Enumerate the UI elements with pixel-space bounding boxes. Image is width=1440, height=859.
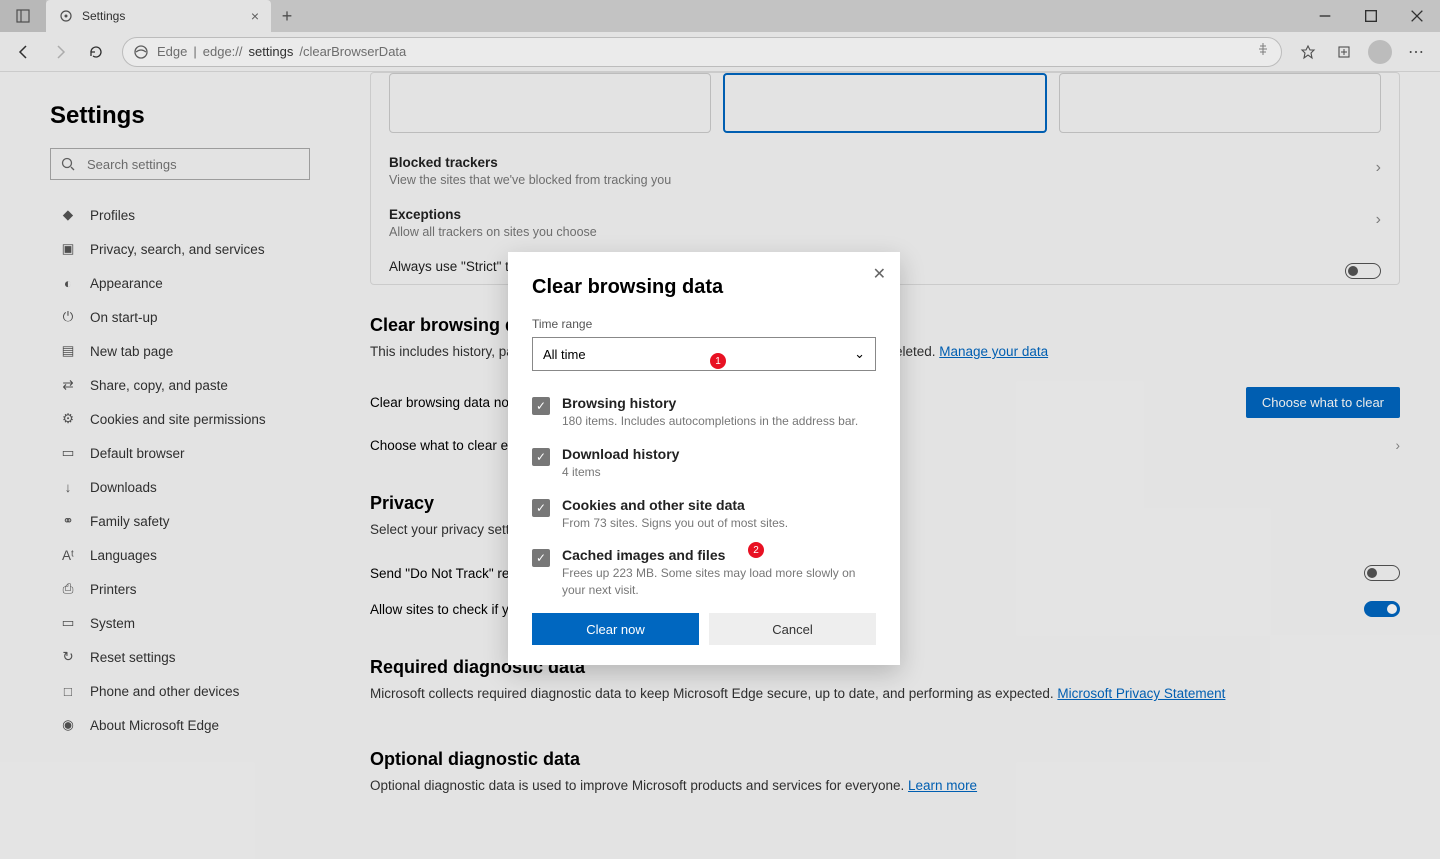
checkbox[interactable]: ✓: [532, 549, 550, 567]
clear-data-item: ✓ Cookies and other site data From 73 site…: [532, 489, 872, 540]
annotation-badge-1: 1: [710, 353, 726, 369]
clear-item-description: 4 items: [562, 464, 872, 481]
dialog-title: Clear browsing data: [532, 276, 876, 299]
clear-data-item: ✓ Download history 4 items: [532, 438, 872, 489]
clear-data-item: ✓ Browsing history 180 items. Includes aut…: [532, 387, 872, 438]
clear-item-title: Download history: [562, 446, 872, 462]
clear-item-title: Browsing history: [562, 395, 872, 411]
clear-now-button[interactable]: Clear now: [532, 613, 699, 645]
clear-item-title: Cached images and files: [562, 547, 872, 563]
clear-browsing-data-dialog: ✕ Clear browsing data Time range All tim…: [508, 252, 900, 665]
clear-item-description: From 73 sites. Signs you out of most sit…: [562, 515, 872, 532]
annotation-badge-2: 2: [748, 542, 764, 558]
chevron-down-icon: ⌄: [854, 346, 865, 362]
clear-item-description: Frees up 223 MB. Some sites may load mor…: [562, 565, 872, 597]
checkbox[interactable]: ✓: [532, 499, 550, 517]
checkbox[interactable]: ✓: [532, 397, 550, 415]
cancel-button[interactable]: Cancel: [709, 613, 876, 645]
dialog-close-button[interactable]: ✕: [873, 264, 886, 284]
clear-item-description: 180 items. Includes autocompletions in t…: [562, 413, 872, 430]
clear-data-item: ✓ Cached images and files Frees up 223 MB.…: [532, 539, 872, 597]
time-range-select[interactable]: All time ⌄: [532, 337, 876, 371]
clear-item-title: Cookies and other site data: [562, 497, 872, 513]
time-range-label: Time range: [532, 317, 876, 331]
checkbox[interactable]: ✓: [532, 448, 550, 466]
